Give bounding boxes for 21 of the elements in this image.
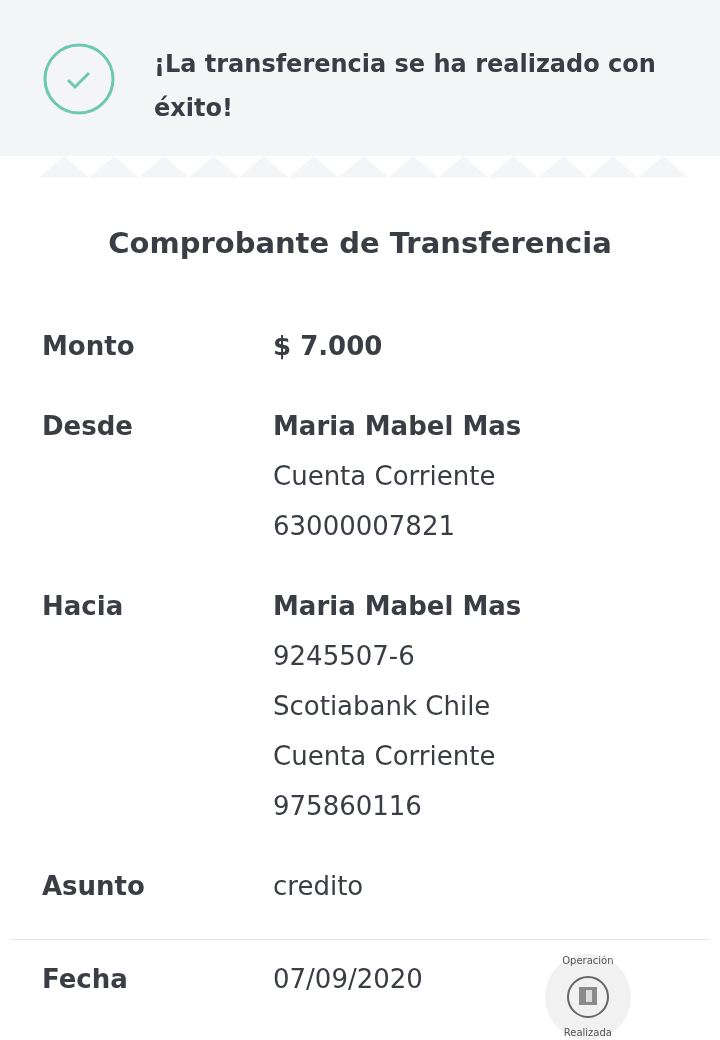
field-value: Cuenta Corriente — [273, 740, 497, 773]
stamp-text: Realizada — [563, 1028, 612, 1038]
field-label: Desde — [42, 410, 134, 443]
field-value: 975860116 — [273, 790, 423, 823]
field-label: Asunto — [42, 870, 146, 903]
building-icon — [565, 975, 610, 1019]
field-value: 07/09/2020 — [273, 963, 423, 996]
field-value: Maria Mabel Mas — [273, 590, 522, 623]
field-value: 63000007821 — [273, 510, 456, 543]
field-label: Hacia — [42, 590, 125, 623]
field-value: Cuenta Corriente — [273, 460, 497, 493]
field-label: Fecha — [42, 963, 129, 996]
stamp-text: Operación — [562, 956, 614, 966]
field-value: Scotiabank Chile — [273, 690, 492, 723]
receipt-title: Comprobante de Transferencia — [107, 224, 613, 262]
success-message: ¡La transferencia se ha realizado con éxito! — [154, 49, 657, 124]
field-value: Maria Mabel Mas — [273, 410, 522, 443]
field-value: $ 7.000 — [273, 330, 383, 363]
field-label: Monto — [42, 330, 136, 363]
field-value: credito — [273, 870, 364, 903]
field-value: 9245507-6 — [273, 640, 416, 673]
